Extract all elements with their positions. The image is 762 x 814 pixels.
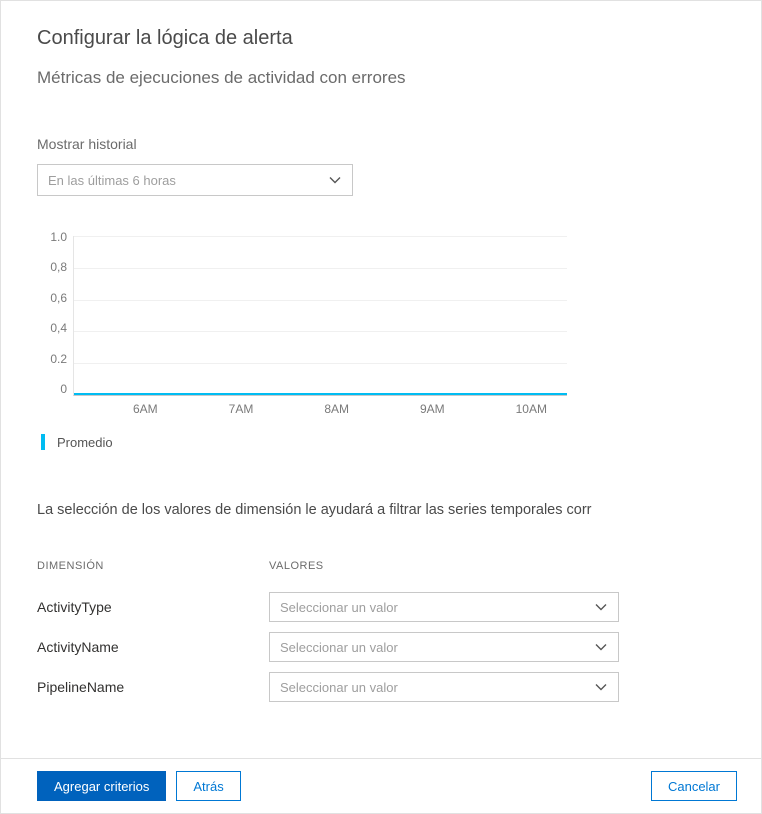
chevron-down-icon [594,600,608,614]
dimension-row: ActivityName Seleccionar un valor [37,632,725,662]
chart-plot-area [73,236,567,396]
y-tick: 0,4 [37,321,67,335]
dimension-header-name: DIMENSIÓN [37,560,269,572]
footer-bar: Agregar criterios Atrás Cancelar [1,758,761,813]
chart-x-axis: 6AM 7AM 8AM 9AM 10AM [73,402,577,420]
dimension-help-text: La selección de los valores de dimensión… [37,502,725,518]
chevron-down-icon [594,640,608,654]
y-tick: 0 [37,382,67,396]
dimension-value-dropdown[interactable]: Seleccionar un valor [269,592,619,622]
dimension-table: DIMENSIÓN VALORES ActivityType Seleccion… [37,560,725,702]
dropdown-placeholder: Seleccionar un valor [280,680,398,695]
y-tick: 0,8 [37,260,67,274]
x-tick: 6AM [133,402,158,420]
dimension-name: ActivityName [37,639,269,655]
x-tick: 9AM [420,402,445,420]
y-tick: 0.2 [37,352,67,366]
legend-swatch [41,434,45,450]
dimension-value-dropdown[interactable]: Seleccionar un valor [269,672,619,702]
chart-y-axis: 1.0 0,8 0,6 0,4 0.2 0 [37,230,73,396]
x-tick: 8AM [324,402,349,420]
history-dropdown[interactable]: En las últimas 6 horas [37,164,353,196]
dimension-header-values: VALORES [269,560,324,572]
metric-name: Métricas de ejecuciones de actividad con… [37,68,725,88]
back-button[interactable]: Atrás [176,771,240,801]
dropdown-placeholder: Seleccionar un valor [280,600,398,615]
y-tick: 0,6 [37,291,67,305]
dimension-name: ActivityType [37,599,269,615]
history-selected-value: En las últimas 6 horas [48,173,176,188]
legend-label: Promedio [57,435,113,450]
chevron-down-icon [328,173,342,187]
metric-chart: 1.0 0,8 0,6 0,4 0.2 0 6AM 7AM 8AM 9AM [37,230,725,450]
dimension-value-dropdown[interactable]: Seleccionar un valor [269,632,619,662]
x-tick: 10AM [516,402,547,420]
cancel-button[interactable]: Cancelar [651,771,737,801]
dimension-row: ActivityType Seleccionar un valor [37,592,725,622]
x-tick: 7AM [229,402,254,420]
dimension-name: PipelineName [37,679,269,695]
chevron-down-icon [594,680,608,694]
chart-legend: Promedio [41,434,725,450]
history-label: Mostrar historial [37,136,725,152]
chart-series-line [74,393,567,395]
add-criteria-button[interactable]: Agregar criterios [37,771,166,801]
alert-logic-panel: Configurar la lógica de alerta Métricas … [1,1,761,757]
dimension-row: PipelineName Seleccionar un valor [37,672,725,702]
dropdown-placeholder: Seleccionar un valor [280,640,398,655]
y-tick: 1.0 [37,230,67,244]
page-title: Configurar la lógica de alerta [37,27,725,50]
